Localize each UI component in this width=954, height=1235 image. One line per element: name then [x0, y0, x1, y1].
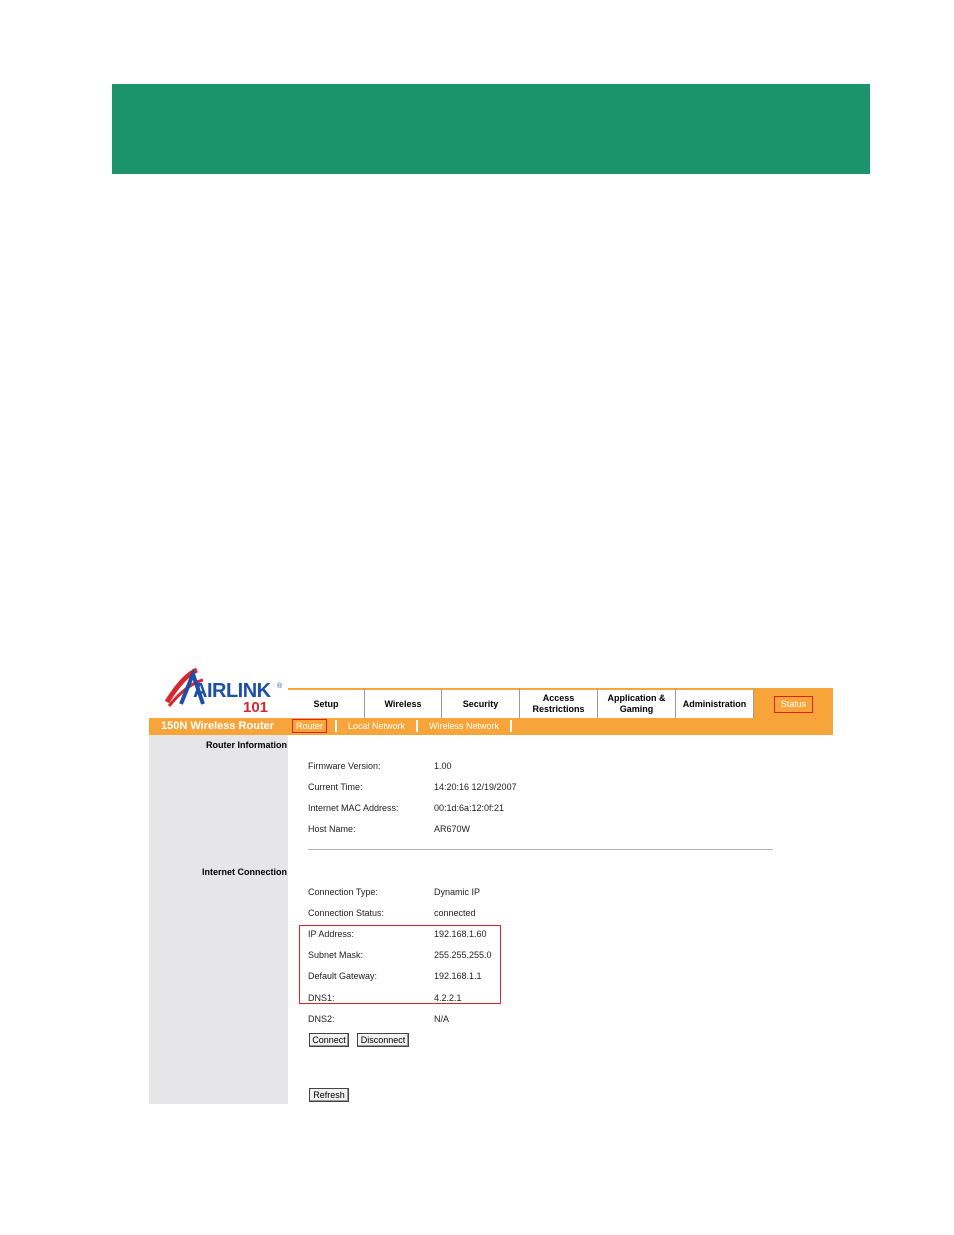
info-value: 1.00 — [434, 761, 452, 771]
subnav-separator — [510, 720, 513, 732]
tab-setup[interactable]: Setup — [288, 688, 365, 718]
tab-status-label: Status — [773, 695, 814, 713]
info-label: Current Time: — [308, 782, 363, 792]
info-value: Dynamic IP — [434, 887, 481, 897]
logo-number: 101 — [243, 699, 269, 716]
info-value: 14:20:16 12/19/2007 — [434, 782, 517, 792]
info-label: Connection Status: — [308, 908, 385, 918]
section-router-information: Router Information — [206, 740, 287, 750]
highlight-box — [299, 925, 501, 1004]
info-value: 00:1d:6a:12:0f:21 — [434, 803, 505, 813]
router-status-screenshot: AIRLINK ® 101 Setup Wireless Security Ac… — [149, 658, 833, 1104]
subnav-router[interactable]: Router — [292, 719, 328, 733]
info-label: Internet MAC Address: — [308, 803, 399, 813]
tab-access-restrictions[interactable]: Access Restrictions — [520, 688, 598, 718]
info-label: DNS2: — [308, 1014, 335, 1024]
subnav-wireless-network[interactable]: Wireless Network — [426, 720, 502, 732]
subnav-local-network[interactable]: Local Network — [345, 720, 408, 732]
product-name: 150N Wireless Router — [161, 720, 275, 732]
sub-navigation-bar: 150N Wireless Router Router Local Networ… — [149, 718, 833, 735]
tab-wireless[interactable]: Wireless — [365, 688, 442, 718]
registered-mark: ® — [277, 683, 283, 690]
info-label: Firmware Version: — [308, 761, 381, 771]
section-internet-connection: Internet Connection — [202, 867, 287, 877]
info-label: Host Name: — [308, 824, 356, 834]
tab-security[interactable]: Security — [442, 688, 520, 718]
info-value: connected — [434, 908, 476, 918]
airlink-logo: AIRLINK ® 101 — [163, 666, 282, 716]
tab-application-gaming[interactable]: Application & Gaming — [598, 688, 676, 718]
connect-button[interactable]: Connect — [309, 1033, 349, 1047]
header-banner — [112, 84, 870, 174]
info-label: Connection Type: — [308, 887, 378, 897]
info-value: AR670W — [434, 824, 471, 834]
tab-administration[interactable]: Administration — [676, 688, 754, 718]
refresh-button[interactable]: Refresh — [309, 1088, 349, 1102]
info-value: N/A — [434, 1014, 450, 1024]
main-nav: Setup Wireless Security Access Restricti… — [288, 688, 833, 718]
tab-status[interactable]: Status — [754, 688, 833, 718]
subnav: Router Local Network Wireless Network — [292, 719, 520, 733]
subnav-separator — [416, 720, 419, 732]
subnav-separator — [335, 720, 338, 732]
section-divider — [308, 849, 773, 850]
sidebar: Router Information Internet Connection — [149, 735, 288, 1104]
disconnect-button[interactable]: Disconnect — [357, 1033, 409, 1047]
